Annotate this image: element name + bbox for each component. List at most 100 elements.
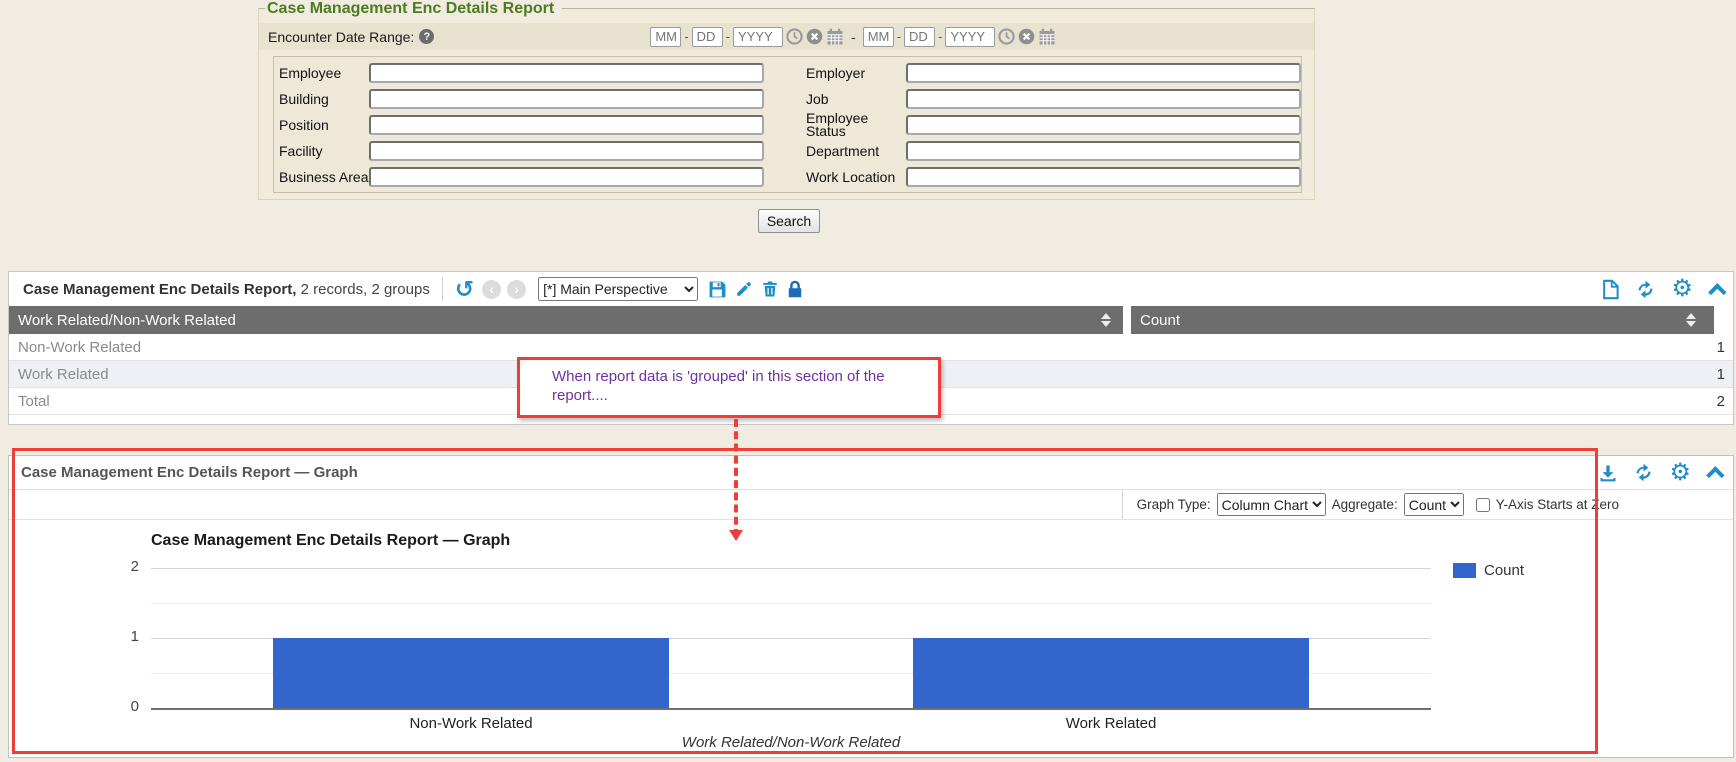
end-clear-icon[interactable]	[1018, 28, 1035, 45]
annotation-callout-box: When report data is 'grouped' in this se…	[517, 357, 941, 418]
chart-title: Case Management Enc Details Report — Gra…	[151, 532, 510, 550]
y-axis-tick: 0	[99, 698, 139, 715]
undo-icon[interactable]: ↺	[455, 279, 474, 299]
end-day-input[interactable]	[904, 27, 935, 47]
report-graph-panel: Case Management Enc Details Report — Gra…	[8, 455, 1734, 758]
row-count: 1	[1131, 366, 1733, 383]
refresh-icon[interactable]	[1633, 462, 1654, 483]
employee-status-field[interactable]	[906, 115, 1301, 135]
start-time-clock-icon[interactable]	[786, 28, 803, 45]
graph-type-select[interactable]: Column Chart	[1217, 493, 1326, 516]
y-axis-zero-label: Y-Axis Starts at Zero	[1496, 497, 1619, 512]
start-calendar-icon[interactable]	[826, 28, 844, 46]
gridline	[151, 603, 1431, 604]
chart-legend: Count	[1453, 562, 1524, 579]
next-perspective-icon[interactable]: ›	[507, 280, 526, 299]
new-document-icon[interactable]	[1601, 279, 1620, 300]
graph-header: Case Management Enc Details Report — Gra…	[9, 456, 1733, 490]
toolbar-divider	[442, 277, 443, 301]
end-month-input[interactable]	[863, 27, 894, 47]
refresh-icon[interactable]	[1635, 279, 1656, 300]
collapse-section-icon[interactable]	[1706, 466, 1724, 484]
chart-x-axis-line	[151, 708, 1431, 710]
perspective-select[interactable]: [*] Main Perspective	[538, 277, 698, 301]
table-toolbar: Case Management Enc Details Report, 2 re…	[9, 272, 1733, 306]
table-title: Case Management Enc Details Report, 2 re…	[23, 281, 430, 298]
employer-field[interactable]	[906, 63, 1301, 83]
department-field[interactable]	[906, 141, 1301, 161]
graph-title: Case Management Enc Details Report — Gra…	[21, 464, 358, 481]
settings-gear-icon[interactable]: ⚙	[1671, 279, 1693, 299]
start-year-input[interactable]	[733, 27, 783, 47]
range-separator: -	[851, 29, 856, 45]
save-icon[interactable]	[708, 280, 727, 299]
y-axis-tick: 1	[99, 628, 139, 645]
search-form-panel: Case Management Enc Details Report Encou…	[258, 8, 1315, 200]
start-clear-icon[interactable]	[806, 28, 823, 45]
date-dash: -	[938, 29, 942, 44]
column-header-count[interactable]: Count	[1131, 306, 1714, 334]
delete-trash-icon[interactable]	[761, 280, 779, 298]
end-time-clock-icon[interactable]	[998, 28, 1015, 45]
employee-status-label: Employee Status	[806, 112, 906, 138]
lock-icon[interactable]	[787, 280, 803, 298]
date-range-inputs: - - - - -	[650, 27, 1056, 47]
start-day-input[interactable]	[692, 27, 723, 47]
row-label: Non-Work Related	[9, 339, 1131, 356]
chart-x-axis-title: Work Related/Non-Work Related	[151, 734, 1431, 751]
job-label: Job	[806, 93, 906, 106]
facility-label: Facility	[279, 143, 369, 159]
settings-gear-icon[interactable]: ⚙	[1669, 463, 1691, 483]
chart-bar-non-work-related[interactable]	[273, 638, 670, 708]
annotation-text: When report data is 'grouped' in this se…	[552, 367, 928, 405]
end-calendar-icon[interactable]	[1038, 28, 1056, 46]
x-axis-category-label: Non-Work Related	[151, 715, 791, 732]
legend-swatch	[1453, 563, 1476, 578]
start-month-input[interactable]	[650, 27, 681, 47]
chart-bar-work-related[interactable]	[913, 638, 1310, 708]
work-location-label: Work Location	[806, 171, 906, 184]
building-field[interactable]	[369, 89, 764, 109]
aggregate-label: Aggregate:	[1332, 497, 1398, 512]
table-header-row: Work Related/Non-Work Related Count	[9, 306, 1733, 334]
aggregate-select[interactable]: Count	[1404, 493, 1464, 516]
download-icon[interactable]	[1598, 463, 1618, 483]
facility-field[interactable]	[369, 141, 764, 161]
search-button[interactable]: Search	[758, 209, 820, 233]
business-area-field[interactable]	[369, 167, 764, 187]
form-title: Case Management Enc Details Report	[265, 0, 562, 18]
job-field[interactable]	[906, 89, 1301, 109]
employer-label: Employer	[806, 67, 906, 80]
column-header-work-related[interactable]: Work Related/Non-Work Related	[9, 306, 1123, 334]
prev-perspective-icon[interactable]: ‹	[482, 280, 501, 299]
page: Case Management Enc Details Report Encou…	[0, 0, 1736, 762]
column-chart: Case Management Enc Details Report — Gra…	[9, 520, 1733, 757]
building-label: Building	[279, 91, 369, 107]
employee-field[interactable]	[369, 63, 764, 83]
date-dash: -	[684, 29, 688, 44]
row-count: 2	[1131, 393, 1733, 410]
graph-type-label: Graph Type:	[1137, 497, 1211, 512]
encounter-date-range-row: Encounter Date Range: ? - - - -	[259, 23, 1314, 50]
encounter-date-range-label: Encounter Date Range:	[268, 29, 414, 45]
help-icon[interactable]: ?	[419, 29, 434, 44]
annotation-arrowhead	[729, 530, 743, 548]
employee-label: Employee	[279, 65, 369, 81]
search-fields-box: Employee Building Position Facility Busi…	[273, 56, 1302, 193]
sort-icon[interactable]	[1686, 313, 1696, 327]
position-label: Position	[279, 117, 369, 133]
position-field[interactable]	[369, 115, 764, 135]
y-axis-zero-checkbox[interactable]	[1476, 498, 1490, 512]
edit-pencil-icon[interactable]	[735, 280, 753, 298]
end-year-input[interactable]	[945, 27, 995, 47]
business-area-label: Business Area	[279, 169, 369, 185]
collapse-section-icon[interactable]	[1708, 283, 1726, 301]
legend-label: Count	[1484, 562, 1524, 579]
work-location-field[interactable]	[906, 167, 1301, 187]
gridline	[151, 568, 1431, 569]
sort-icon[interactable]	[1101, 313, 1111, 327]
annotation-arrow	[734, 419, 738, 537]
graph-toolbar: Graph Type: Column Chart Aggregate: Coun…	[9, 490, 1733, 520]
date-dash: -	[726, 29, 730, 44]
x-axis-category-label: Work Related	[791, 715, 1431, 732]
